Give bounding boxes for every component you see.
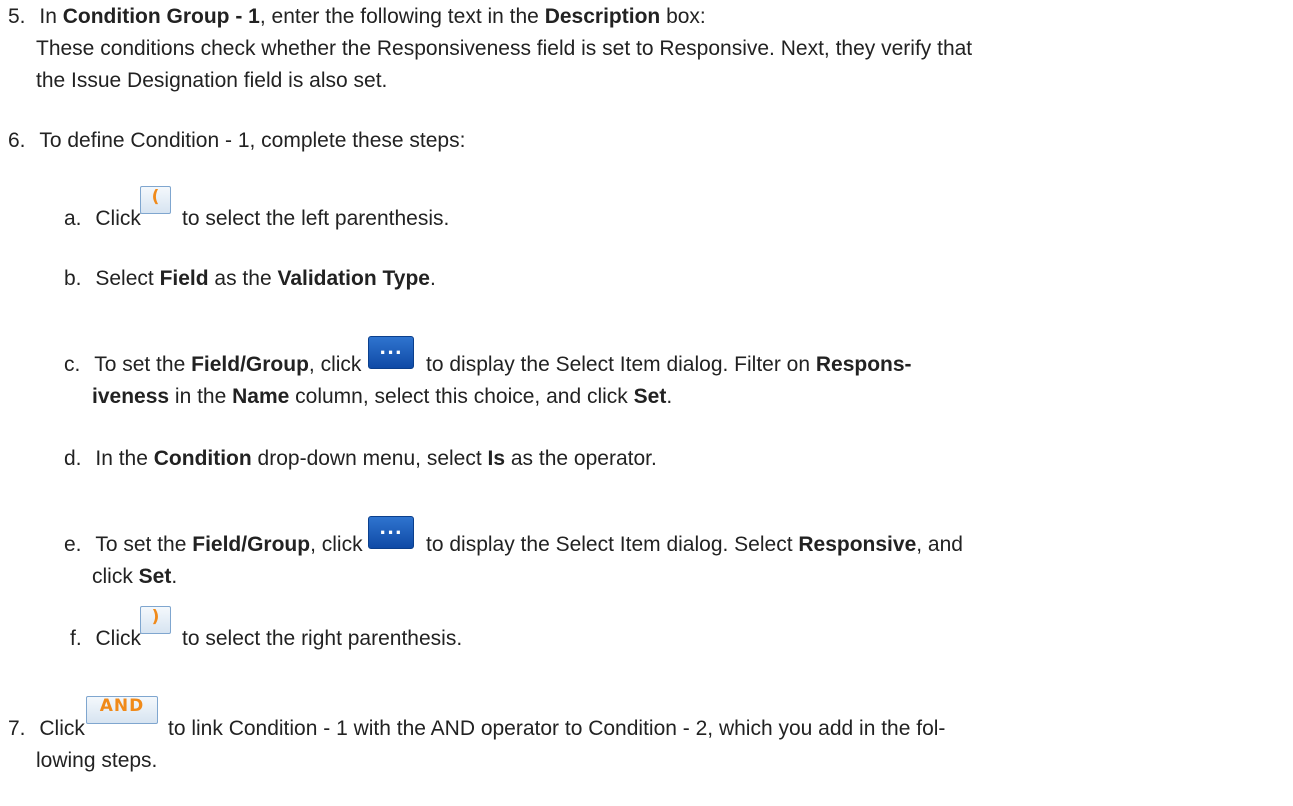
is-label: Is [487,447,506,470]
step-5-description-text: the Issue Designation field is also set. [36,69,388,92]
step-6a-text: Click [95,207,141,230]
field-label: Field [159,267,209,290]
step-6c-line-2: iveness in the Name column, select this … [92,384,672,410]
ellipsis-button-icon: ... [368,516,414,549]
left-parenthesis-button-icon: ( [140,186,171,214]
step-6b-text: Select [95,267,160,290]
step-6e-letter: e. [64,533,82,556]
step-6e-text: click [92,565,139,588]
step-6d-text: as the operator. [505,447,657,470]
step-6a-line: a. Click [64,206,141,232]
step-7-line-1: 7. Click [8,716,85,742]
step-7-text: Click [39,717,85,740]
step-6d-line: d. In the Condition drop-down menu, sele… [64,446,657,472]
step-6e-text: . [171,565,178,588]
step-6e-text: To set the [95,533,193,556]
step-6f-letter: f. [70,627,82,650]
step-6e-line-2: click Set. [92,564,177,590]
step-6c-line-1: c. To set the Field/Group, click [64,352,361,378]
step-6f-line: f. Click [70,626,141,652]
step-6c-text: , click [308,353,362,376]
condition-group-label: Condition Group - 1 [62,5,260,28]
step-5-line-1: 5. In Condition Group - 1, enter the fol… [8,4,706,30]
description-label: Description [544,5,661,28]
step-7-text: lowing steps. [36,749,158,772]
step-6b-line: b. Select Field as the Validation Type. [64,266,436,292]
step-7-text: to link Condition - 1 with the AND opera… [168,717,946,740]
step-6-line: 6. To define Condition - 1, complete the… [8,128,465,154]
step-6e-text: to display the Select Item dialog. Selec… [426,532,963,558]
step-6c-text: column, select this choice, and click [289,385,634,408]
validation-type-label: Validation Type [277,267,430,290]
step-5-description-text: These conditions check whether the Respo… [36,37,973,60]
responsiveness-label: iveness [92,385,170,408]
step-6d-letter: d. [64,447,82,470]
step-6-text: To define Condition - 1, complete these … [39,129,466,152]
set-label: Set [633,385,667,408]
step-6d-text: In the [95,447,154,470]
step-6c-text: To set the [94,353,192,376]
right-parenthesis-button-icon: ) [140,606,171,634]
step-6-number: 6. [8,129,26,152]
step-6a-letter: a. [64,207,82,230]
step-6f-text: to select the right parenthesis. [182,627,463,650]
responsiveness-label: Respons- [815,353,912,376]
step-6e-line-1: e. To set the Field/Group, click [64,532,363,558]
step-6c-text: to display the Select Item dialog. Filte… [426,352,912,378]
step-6d-text: drop-down menu, select [251,447,488,470]
ellipsis-button-icon: ... [368,336,414,369]
set-label: Set [138,565,172,588]
step-6a-text: to select the left parenthesis. [182,207,450,230]
step-6c-text: to display the Select Item dialog. Filte… [426,353,816,376]
step-5-text: box: [660,5,706,28]
step-6b-text: as the [208,267,278,290]
step-6c-text: . [666,385,673,408]
step-6c-letter: c. [64,353,81,376]
and-operator-button-icon: AND [86,696,158,724]
responsive-label: Responsive [798,533,917,556]
step-6e-text: to display the Select Item dialog. Selec… [426,533,799,556]
step-6f-text: Click [95,627,142,650]
step-5-text: , enter the following text in the [259,5,545,28]
step-6c-text: in the [169,385,233,408]
field-group-label: Field/Group [191,353,309,376]
step-6b-letter: b. [64,267,82,290]
step-5-text: In [39,5,63,28]
step-7-number: 7. [8,717,26,740]
condition-label: Condition [153,447,252,470]
step-6b-text: . [429,267,436,290]
field-group-label: Field/Group [192,533,311,556]
step-6e-text: , and [916,533,963,556]
step-6e-text: , click [310,533,363,556]
name-label: Name [232,385,290,408]
step-5-number: 5. [8,5,26,28]
